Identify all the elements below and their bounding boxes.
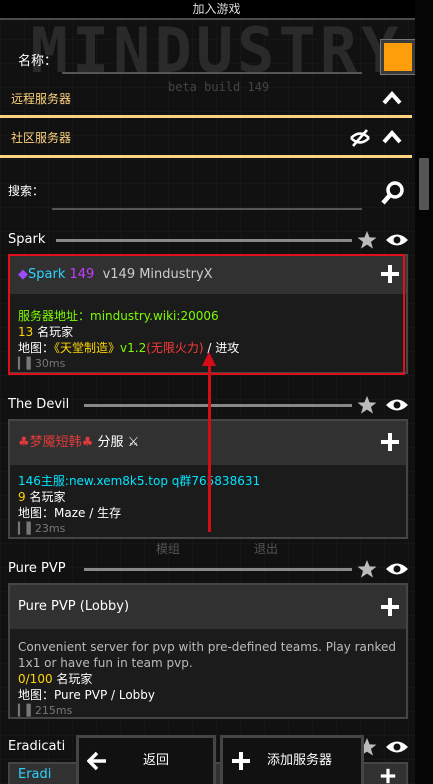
add-server-icon[interactable] bbox=[380, 597, 400, 617]
remote-servers-header[interactable]: 远程服务器 bbox=[0, 82, 412, 116]
name-input[interactable] bbox=[62, 72, 362, 74]
arrow-left-icon bbox=[87, 751, 106, 771]
section-divider bbox=[0, 115, 412, 118]
back-button[interactable]: 返回 bbox=[76, 735, 216, 784]
annotation-arrow-head bbox=[202, 352, 216, 366]
group-title-spark: Spark bbox=[8, 232, 46, 247]
ghost-menu-exit: 退出 bbox=[254, 542, 279, 556]
search-input[interactable] bbox=[52, 208, 362, 210]
map-name: Pure PVP / Lobby bbox=[54, 688, 156, 702]
server-description: 146主服:new.xem8k5.top q群765838631 bbox=[18, 474, 261, 488]
add-server-button[interactable]: 添加服务器 bbox=[220, 735, 364, 784]
search-icon[interactable] bbox=[380, 180, 406, 206]
group-title-pure-pvp: Pure PVP bbox=[8, 561, 66, 576]
group-divider bbox=[84, 404, 352, 407]
ghost-menu-mods: 模组 bbox=[156, 542, 181, 556]
players-label: 名玩家 bbox=[25, 490, 66, 504]
eye-icon[interactable] bbox=[385, 397, 409, 413]
eye-icon[interactable] bbox=[385, 739, 409, 755]
server-card-pure-pvp[interactable]: Pure PVP (Lobby) Convenient server for p… bbox=[8, 583, 408, 719]
window-title: 加入游戏 bbox=[0, 0, 433, 20]
section-divider bbox=[0, 155, 412, 158]
server-subtitle: 分服 bbox=[97, 435, 124, 450]
crossed-swords-icon: ⚔ bbox=[127, 435, 140, 450]
players-label: 名玩家 bbox=[52, 672, 93, 686]
server-info: 146主服:new.xem8k5.top q群765838631 9 名玩家 地… bbox=[18, 473, 260, 537]
name-label: 名称： bbox=[18, 54, 58, 69]
server-description: Convenient server for pvp with pre-defin… bbox=[18, 640, 397, 670]
community-servers-header[interactable]: 社区服务器 bbox=[0, 121, 412, 155]
add-server-icon[interactable] bbox=[380, 768, 396, 784]
signal-icon: ▎▌ bbox=[18, 704, 35, 717]
map-label: 地图： bbox=[18, 688, 55, 702]
signal-icon: ▎▌ bbox=[18, 522, 35, 535]
remote-servers-label: 远程服务器 bbox=[11, 92, 72, 106]
community-servers-label: 社区服务器 bbox=[11, 131, 72, 145]
group-divider bbox=[56, 239, 352, 242]
add-server-label: 添加服务器 bbox=[267, 753, 333, 768]
eye-off-icon[interactable] bbox=[350, 129, 370, 147]
server-name: 梦魇短韩 bbox=[29, 435, 82, 450]
server-info: Convenient server for pvp with pre-defin… bbox=[18, 639, 402, 719]
server-logo-icon: ♣ bbox=[18, 435, 30, 450]
star-icon[interactable] bbox=[357, 559, 377, 579]
star-icon[interactable] bbox=[357, 230, 377, 250]
search-label: 搜索： bbox=[8, 184, 45, 198]
eye-icon[interactable] bbox=[385, 561, 409, 577]
server-ping: 23ms bbox=[34, 522, 66, 535]
chevron-up-icon[interactable] bbox=[382, 128, 402, 148]
map-label: 地图： bbox=[18, 506, 55, 520]
star-icon[interactable] bbox=[357, 395, 377, 415]
player-count: 0/100 bbox=[18, 672, 53, 686]
back-label: 返回 bbox=[143, 753, 170, 768]
group-title-eradication: Eradicati bbox=[8, 739, 66, 754]
player-color-button[interactable] bbox=[380, 39, 416, 75]
scrollbar-thumb[interactable] bbox=[419, 158, 429, 210]
eye-icon[interactable] bbox=[385, 232, 409, 248]
group-divider bbox=[84, 568, 352, 571]
annotation-arrow bbox=[208, 356, 211, 532]
scrollbar-track[interactable] bbox=[415, 0, 433, 784]
server-title: Pure PVP (Lobby) bbox=[10, 585, 406, 629]
server-logo-icon: ♣ bbox=[81, 435, 94, 450]
server-ping: 215ms bbox=[34, 704, 73, 717]
add-server-icon[interactable] bbox=[380, 432, 400, 452]
chevron-up-icon[interactable] bbox=[382, 89, 402, 109]
map-name: Maze / 生存 bbox=[54, 506, 122, 520]
group-title-the-devil: The Devil bbox=[8, 397, 70, 412]
plus-icon bbox=[232, 752, 250, 770]
player-count: 9 bbox=[18, 490, 26, 504]
